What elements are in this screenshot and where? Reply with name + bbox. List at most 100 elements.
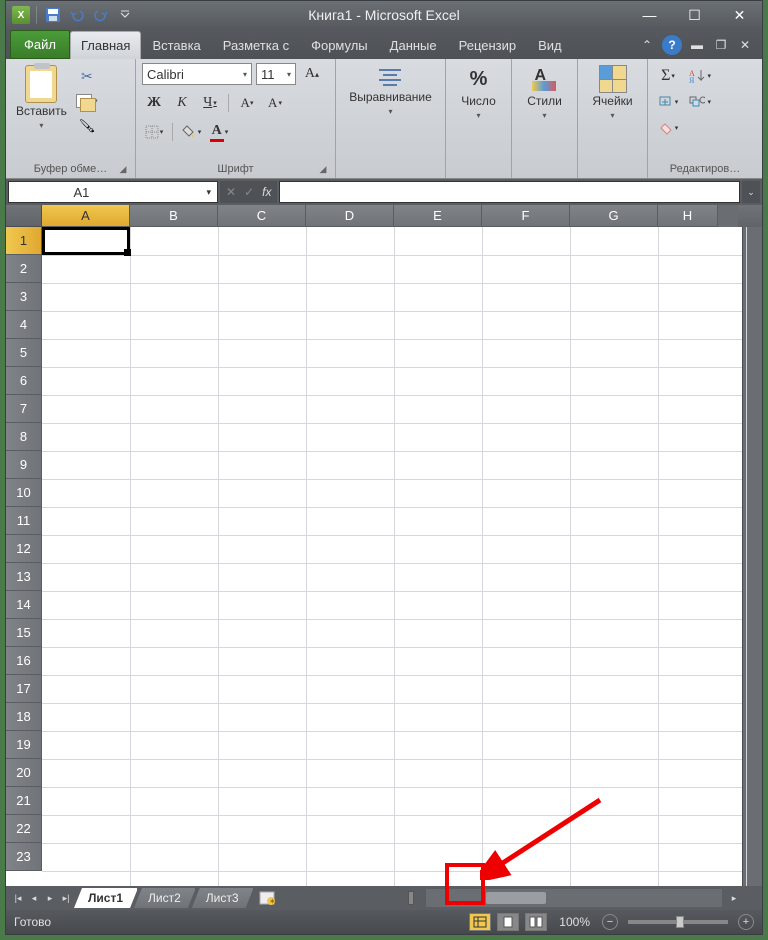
col-header-D[interactable]: D [306, 205, 394, 227]
maximize-button[interactable]: ☐ [672, 1, 717, 29]
sheet-tab-2[interactable]: Лист2 [134, 888, 196, 908]
fill-button[interactable]: ▾ [656, 91, 680, 113]
col-header-F[interactable]: F [482, 205, 570, 227]
col-header-E[interactable]: E [394, 205, 482, 227]
qat-customize-button[interactable] [115, 5, 135, 25]
horizontal-scrollbar[interactable] [426, 889, 722, 907]
col-header-A[interactable]: A [42, 205, 130, 227]
row-header-3[interactable]: 3 [6, 283, 42, 311]
qat-save-button[interactable] [43, 5, 63, 25]
tab-view[interactable]: Вид [527, 31, 573, 59]
col-header-C[interactable]: C [218, 205, 306, 227]
sort-filter-button[interactable]: AЯ▾ [688, 65, 712, 87]
row-header-14[interactable]: 14 [6, 591, 42, 619]
zoom-out-button[interactable]: − [602, 914, 618, 930]
number-button[interactable]: Число▾ [457, 63, 500, 123]
close-button[interactable]: ✕ [717, 1, 762, 29]
horizontal-split-handle[interactable] [402, 889, 422, 907]
format-painter-button[interactable] [75, 115, 99, 137]
cells-button[interactable]: Ячейки▾ [588, 63, 636, 123]
paste-button[interactable]: Вставить▾ [12, 63, 71, 133]
view-normal-button[interactable] [469, 913, 491, 931]
fill-color-button[interactable]: ▾ [179, 121, 203, 143]
grow-font-button[interactable]: A▴ [300, 63, 324, 85]
cut-button[interactable] [75, 65, 99, 87]
minimize-ribbon-button[interactable]: ⌃ [638, 36, 656, 54]
expand-formula-bar-button[interactable]: ⌄ [742, 181, 760, 203]
row-header-19[interactable]: 19 [6, 731, 42, 759]
autosum-button[interactable]: Σ▾ [656, 65, 680, 87]
row-header-20[interactable]: 20 [6, 759, 42, 787]
col-header-H[interactable]: H [658, 205, 718, 227]
workbook-minimize-button[interactable]: ▬ [688, 36, 706, 54]
row-header-22[interactable]: 22 [6, 815, 42, 843]
vertical-scrollbar[interactable] [742, 227, 762, 886]
qat-undo-button[interactable] [67, 5, 87, 25]
row-header-13[interactable]: 13 [6, 563, 42, 591]
tab-review[interactable]: Рецензир [448, 31, 528, 59]
styles-button[interactable]: Стили▾ [523, 63, 566, 123]
row-header-16[interactable]: 16 [6, 647, 42, 675]
tab-layout[interactable]: Разметка с [212, 31, 300, 59]
underline-button[interactable]: Ч▾ [198, 92, 222, 114]
row-header-1[interactable]: 1 [6, 227, 42, 255]
help-button[interactable]: ? [662, 35, 682, 55]
clear-button[interactable]: ▾ [656, 117, 680, 139]
borders-button[interactable]: ▾ [142, 121, 166, 143]
bold-button[interactable]: Ж [142, 92, 166, 114]
view-page-layout-button[interactable] [497, 913, 519, 931]
row-header-10[interactable]: 10 [6, 479, 42, 507]
sheet-tab-1[interactable]: Лист1 [74, 888, 138, 908]
hscroll-right[interactable]: ▸ [726, 889, 742, 907]
workbook-restore-button[interactable]: ❐ [712, 36, 730, 54]
copy-button[interactable]: ▾ [75, 90, 99, 112]
alignment-button[interactable]: Выравнивание▾ [345, 63, 436, 119]
file-tab[interactable]: Файл [10, 30, 70, 59]
formula-input[interactable] [279, 181, 740, 203]
sheet-nav-first[interactable]: |◂ [10, 889, 26, 907]
col-header-G[interactable]: G [570, 205, 658, 227]
qat-redo-button[interactable] [91, 5, 111, 25]
sheet-tab-3[interactable]: Лист3 [192, 888, 254, 908]
zoom-level[interactable]: 100% [559, 915, 590, 929]
font-color-button[interactable]: A▾ [207, 121, 231, 143]
new-sheet-button[interactable]: ✶ [254, 889, 282, 907]
row-header-18[interactable]: 18 [6, 703, 42, 731]
row-header-23[interactable]: 23 [6, 843, 42, 871]
row-header-15[interactable]: 15 [6, 619, 42, 647]
italic-button[interactable]: К [170, 92, 194, 114]
row-header-11[interactable]: 11 [6, 507, 42, 535]
font-name-combo[interactable]: Calibri▾ [142, 63, 252, 85]
tab-data[interactable]: Данные [379, 31, 448, 59]
row-header-6[interactable]: 6 [6, 367, 42, 395]
shrink-font-button[interactable]: A▾ [235, 92, 259, 114]
tab-home[interactable]: Главная [70, 31, 141, 59]
name-box[interactable]: A1▾ [8, 181, 218, 203]
row-header-17[interactable]: 17 [6, 675, 42, 703]
minimize-button[interactable]: — [627, 1, 672, 29]
select-all-button[interactable] [6, 205, 42, 227]
sheet-nav-next[interactable]: ▸ [42, 889, 58, 907]
font-launcher[interactable]: ◢ [317, 164, 329, 176]
sheet-nav-prev[interactable]: ◂ [26, 889, 42, 907]
fx-button[interactable]: fx [262, 185, 271, 199]
zoom-slider[interactable] [628, 920, 728, 924]
tab-formulas[interactable]: Формулы [300, 31, 379, 59]
zoom-in-button[interactable]: + [738, 914, 754, 930]
row-header-7[interactable]: 7 [6, 395, 42, 423]
excel-app-icon[interactable]: X [12, 6, 30, 24]
col-header-B[interactable]: B [130, 205, 218, 227]
row-header-21[interactable]: 21 [6, 787, 42, 815]
tab-insert[interactable]: Вставка [141, 31, 211, 59]
row-header-12[interactable]: 12 [6, 535, 42, 563]
row-header-2[interactable]: 2 [6, 255, 42, 283]
row-header-8[interactable]: 8 [6, 423, 42, 451]
row-header-4[interactable]: 4 [6, 311, 42, 339]
clipboard-launcher[interactable]: ◢ [117, 164, 129, 176]
row-header-5[interactable]: 5 [6, 339, 42, 367]
find-select-button[interactable]: ▾ [688, 91, 712, 113]
font-more-button[interactable]: A▾ [263, 92, 287, 114]
view-page-break-button[interactable] [525, 913, 547, 931]
workbook-close-button[interactable]: ✕ [736, 36, 754, 54]
row-header-9[interactable]: 9 [6, 451, 42, 479]
